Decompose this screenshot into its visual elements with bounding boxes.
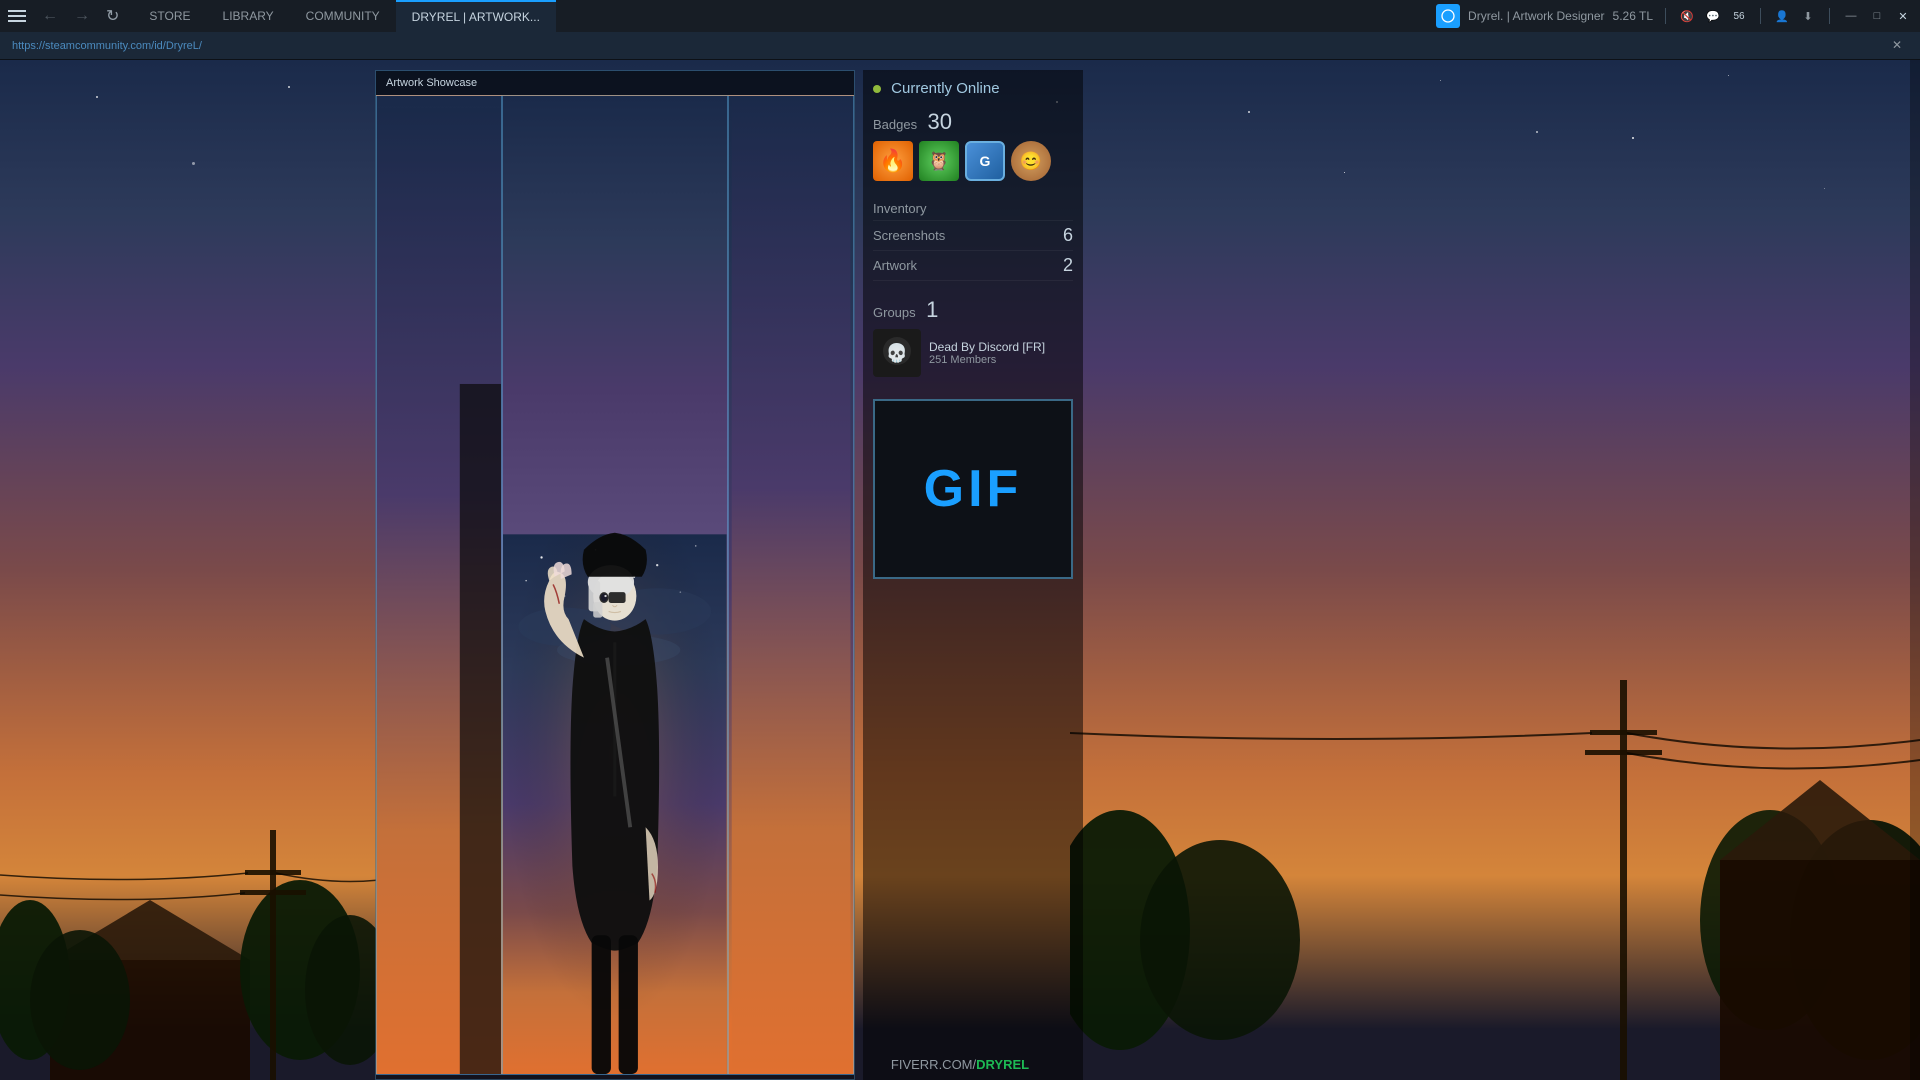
artwork-label[interactable]: Artwork: [873, 258, 1055, 273]
artwork-showcase: Artwork Showcase: [375, 70, 855, 1080]
groups-count: 1: [926, 297, 938, 322]
stats-section: Inventory Screenshots 6 Artwork 2: [873, 197, 1073, 281]
fiverr-text: FIVERR.COM/: [891, 1057, 976, 1072]
addressbar: https://steamcommunity.com/id/DryreL/ ✕: [0, 32, 1920, 60]
group-avatar: 💀: [873, 329, 921, 377]
badges-label: Badges: [873, 117, 917, 132]
maximize-button[interactable]: □: [1868, 7, 1886, 25]
right-sidebar: Currently Online Badges 30 🔥 🦉 G 😊 Inv: [863, 70, 1083, 1080]
showcase-panel-center[interactable]: [502, 95, 728, 1075]
titlebar: ← → ↻ STORE LIBRARY COMMUNITY DRYREL | A…: [0, 0, 1920, 32]
back-button[interactable]: ←: [36, 5, 64, 27]
chat-button[interactable]: 💬: [1704, 7, 1722, 25]
profile-layout: Artwork Showcase: [375, 70, 1920, 1080]
steam-logo: [1436, 4, 1460, 28]
screenshots-label[interactable]: Screenshots: [873, 228, 1055, 243]
mute-button[interactable]: 🔇: [1678, 7, 1696, 25]
user-balance: 5.26 TL: [1613, 9, 1653, 23]
badges-section: Badges 30 🔥 🦉 G 😊: [873, 109, 1073, 181]
fiverr-user: DRYREL: [976, 1057, 1029, 1072]
showcase-panel-right[interactable]: [728, 95, 854, 1075]
notification-badge[interactable]: 56: [1730, 7, 1748, 25]
group-members: 251 Members: [929, 354, 1073, 366]
scrollbar[interactable]: [1910, 60, 1920, 1080]
divider2: [1760, 8, 1761, 24]
artwork-value: 2: [1063, 255, 1073, 276]
groups-label: Groups: [873, 305, 916, 320]
stat-artwork[interactable]: Artwork 2: [873, 251, 1073, 281]
tab-profile[interactable]: DRYREL | ARTWORK...: [396, 0, 556, 32]
groups-header: Groups 1: [873, 297, 1073, 323]
divider: [1665, 8, 1666, 24]
online-status: Currently Online: [873, 80, 1073, 97]
online-indicator: [873, 85, 881, 93]
fiverr-watermark: FIVERR.COM/DRYREL: [891, 1057, 1029, 1072]
group-info: Dead By Discord [FR] 251 Members: [929, 340, 1073, 366]
nav-tabs: STORE LIBRARY COMMUNITY DRYREL | ARTWORK…: [133, 0, 1428, 32]
download-button[interactable]: ⬇: [1799, 7, 1817, 25]
tab-community[interactable]: COMMUNITY: [290, 0, 396, 32]
showcase-title: Artwork Showcase: [376, 71, 854, 95]
badges-count: 30: [928, 109, 952, 134]
profile-button[interactable]: 👤: [1773, 7, 1791, 25]
titlebar-right: Dryrel. | Artwork Designer 5.26 TL 🔇 💬 5…: [1436, 4, 1912, 28]
nav-arrows: ← → ↻: [36, 4, 125, 28]
showcase-panels: [376, 95, 854, 1075]
minimize-button[interactable]: —: [1842, 7, 1860, 25]
badge-pillar[interactable]: 🔥: [873, 141, 913, 181]
refresh-button[interactable]: ↻: [100, 4, 125, 28]
showcase-panel-left[interactable]: [376, 95, 502, 1075]
left-trees: [0, 780, 380, 1080]
group-name: Dead By Discord [FR]: [929, 340, 1073, 354]
main-content: Artwork Showcase: [0, 60, 1920, 1080]
stat-screenshots[interactable]: Screenshots 6: [873, 221, 1073, 251]
groups-section: Groups 1 💀 Dead By Discord [FR] 251 Memb…: [873, 297, 1073, 383]
gif-section[interactable]: GIF: [873, 399, 1073, 579]
tab-library[interactable]: LIBRARY: [207, 0, 290, 32]
close-button[interactable]: ✕: [1894, 7, 1912, 25]
url-text[interactable]: https://steamcommunity.com/id/DryreL/: [12, 40, 202, 52]
group-item[interactable]: 💀 Dead By Discord [FR] 251 Members: [873, 323, 1073, 383]
badges-header: Badges 30: [873, 109, 1073, 135]
user-name: Dryrel. | Artwork Designer: [1468, 9, 1604, 23]
stat-inventory[interactable]: Inventory: [873, 197, 1073, 221]
divider3: [1829, 8, 1830, 24]
badge-avatar[interactable]: 😊: [1011, 141, 1051, 181]
gif-label: GIF: [924, 459, 1023, 519]
svg-text:💀: 💀: [886, 342, 908, 363]
screenshots-value: 6: [1063, 225, 1073, 246]
badges-row: 🔥 🦉 G 😊: [873, 141, 1073, 181]
settings-icon[interactable]: ✕: [1892, 38, 1908, 54]
hamburger-menu-icon[interactable]: [8, 6, 28, 26]
inventory-label[interactable]: Inventory: [873, 201, 1073, 216]
forward-button[interactable]: →: [68, 5, 96, 27]
badge-owl[interactable]: 🦉: [919, 141, 959, 181]
tab-store[interactable]: STORE: [133, 0, 206, 32]
badge-garrysmod[interactable]: G: [965, 141, 1005, 181]
